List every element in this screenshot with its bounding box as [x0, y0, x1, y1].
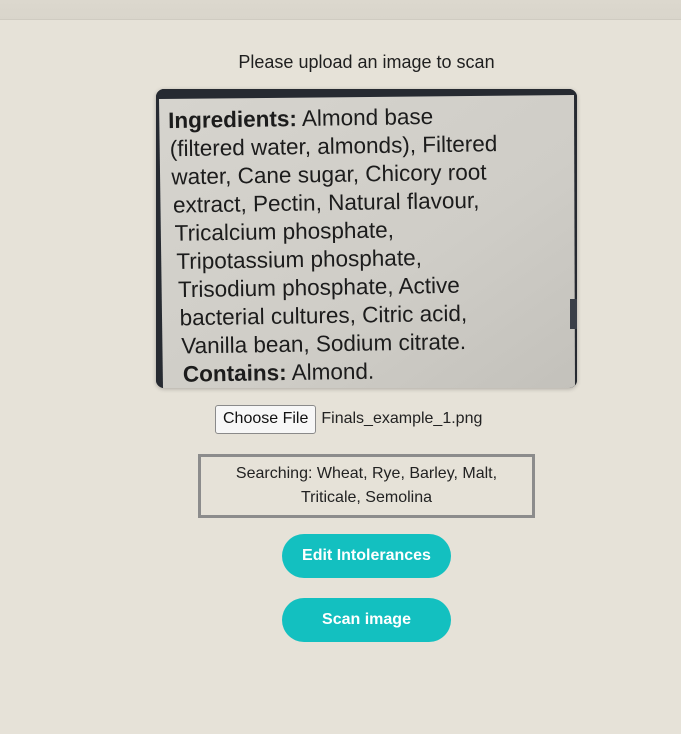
- image-text-line: (filtered water, almonds), Filtered: [170, 131, 498, 161]
- uploaded-image-preview: Ingredients: Almond base (filtered water,…: [156, 89, 577, 388]
- image-text-line: Tripotassium phosphate,: [176, 245, 422, 274]
- image-text-line: Ingredients: Almond base: [168, 104, 433, 133]
- choose-file-button[interactable]: Choose File: [215, 404, 317, 434]
- top-bar: [0, 0, 681, 20]
- image-text-line: extract, Pectin, Natural flavour,: [173, 188, 480, 218]
- image-text-line: bacterial cultures, Citric acid,: [179, 301, 467, 331]
- searching-text: Searching: Wheat, Rye, Barley, Malt, Tri…: [235, 465, 498, 506]
- image-text-line: Trisodium phosphate, Active: [178, 273, 460, 302]
- searching-intolerances-box: Searching: Wheat, Rye, Barley, Malt, Tri…: [198, 454, 535, 518]
- image-text-line: Contains: Almond.: [183, 359, 375, 387]
- file-input: Choose File Finals_example_1.png: [215, 404, 482, 434]
- image-text-line: Tricalcium phosphate,: [174, 217, 394, 245]
- selected-file-name: Finals_example_1.png: [321, 410, 483, 427]
- edit-intolerances-button[interactable]: Edit Intolerances: [282, 534, 451, 578]
- upload-prompt: Please upload an image to scan: [238, 52, 495, 72]
- scan-image-button[interactable]: Scan image: [282, 598, 451, 642]
- image-text-line: Vanilla bean, Sodium citrate.: [181, 329, 466, 358]
- image-text-line: water, Cane sugar, Chicory root: [170, 159, 487, 189]
